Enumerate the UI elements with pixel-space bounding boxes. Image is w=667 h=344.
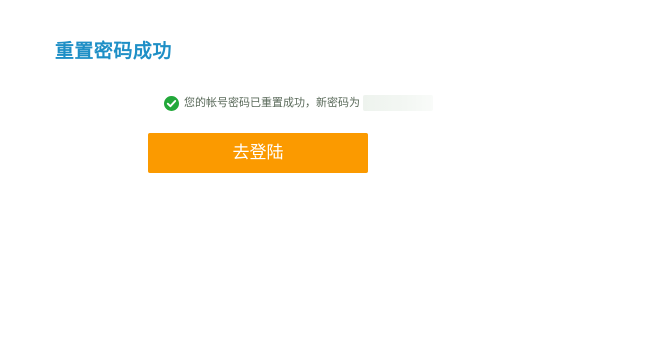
success-message-text: 您的帐号密码已重置成功，新密码为: [184, 96, 360, 109]
go-login-button[interactable]: 去登陆: [148, 133, 368, 173]
new-password-value: [363, 95, 433, 111]
page-title: 重置密码成功: [55, 40, 173, 62]
check-circle-icon: [164, 95, 179, 111]
reset-password-success-page: 重置密码成功 您的帐号密码已重置成功，新密码为 去登陆: [0, 0, 667, 344]
success-message: 您的帐号密码已重置成功，新密码为: [164, 94, 433, 112]
